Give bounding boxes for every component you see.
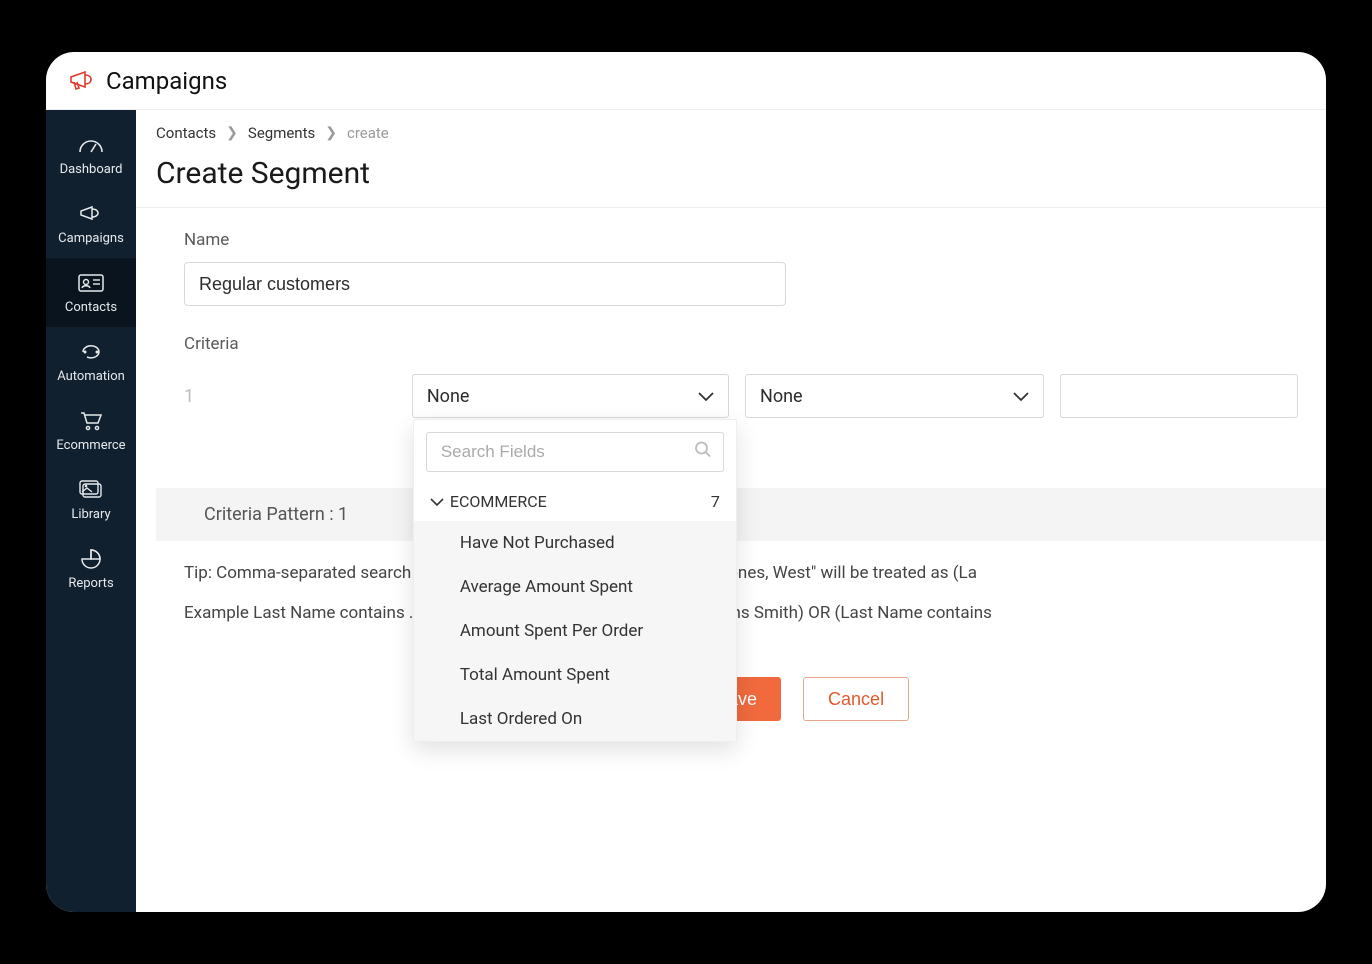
dropdown-item[interactable]: Average Amount Spent xyxy=(414,565,736,609)
search-icon xyxy=(694,441,712,464)
app-window: Campaigns Dashboard Campaigns Contacts xyxy=(46,52,1326,912)
megaphone-icon xyxy=(68,69,96,93)
pie-chart-icon xyxy=(77,548,105,570)
sidebar-item-campaigns[interactable]: Campaigns xyxy=(46,189,136,258)
cycle-icon xyxy=(77,341,105,363)
dropdown-group-count: 7 xyxy=(711,492,720,511)
page-title: Create Segment xyxy=(136,150,1326,208)
criteria-value-input[interactable] xyxy=(1060,374,1298,418)
breadcrumb: Contacts ❯ Segments ❯ create xyxy=(136,110,1326,150)
sidebar-item-automation[interactable]: Automation xyxy=(46,327,136,396)
sidebar-item-label: Campaigns xyxy=(58,231,124,246)
sidebar-item-library[interactable]: Library xyxy=(46,465,136,534)
chevron-down-icon xyxy=(430,492,444,511)
sidebar-item-label: Contacts xyxy=(65,300,117,315)
megaphone-icon xyxy=(77,203,105,225)
brand-name: Campaigns xyxy=(106,67,227,95)
dropdown-item[interactable]: Last Ordered On xyxy=(414,697,736,741)
select-value: None xyxy=(760,386,803,407)
dropdown-group-header[interactable]: ECOMMERCE 7 xyxy=(414,482,736,521)
sidebar: Dashboard Campaigns Contacts Automation xyxy=(46,110,136,912)
sidebar-item-ecommerce[interactable]: Ecommerce xyxy=(46,396,136,465)
name-label: Name xyxy=(184,230,1298,250)
criteria-row-number: 1 xyxy=(184,386,200,407)
cart-icon xyxy=(77,410,105,432)
breadcrumb-contacts[interactable]: Contacts xyxy=(156,124,216,142)
dropdown-group-label: ECOMMERCE xyxy=(450,492,547,511)
form-area: Name Criteria 1 None xyxy=(136,208,1326,721)
cancel-button[interactable]: Cancel xyxy=(803,677,909,721)
main-content: Contacts ❯ Segments ❯ create Create Segm… xyxy=(136,110,1326,912)
criteria-pattern: Criteria Pattern : 1 xyxy=(156,488,1326,541)
button-row: ave Cancel xyxy=(704,677,1298,721)
sidebar-item-contacts[interactable]: Contacts xyxy=(46,258,136,327)
dropdown-item[interactable]: Have Not Purchased xyxy=(414,521,736,565)
criteria-operator-select[interactable]: None xyxy=(745,374,1044,418)
sidebar-item-label: Automation xyxy=(57,369,125,384)
tip-text: Tip: Comma-separated search as 'OR' crit… xyxy=(184,563,1298,583)
criteria-field-select[interactable]: None xyxy=(412,374,729,418)
dropdown-item[interactable]: Total Amount Spent xyxy=(414,653,736,697)
segment-name-input[interactable] xyxy=(184,262,786,306)
example-text: Example Last Name contains . ne contains… xyxy=(184,603,1298,623)
dropdown-item[interactable]: Amount Spent Per Order xyxy=(414,609,736,653)
sidebar-item-dashboard[interactable]: Dashboard xyxy=(46,120,136,189)
criteria-row: 1 None xyxy=(184,374,1298,418)
gauge-icon xyxy=(77,134,105,156)
field-dropdown: ECOMMERCE 7 Have Not Purchased Average A… xyxy=(413,419,737,742)
select-value: None xyxy=(427,386,470,407)
sidebar-item-reports[interactable]: Reports xyxy=(46,534,136,603)
top-bar: Campaigns xyxy=(46,52,1326,110)
sidebar-item-label: Dashboard xyxy=(60,162,123,177)
chevron-right-icon: ❯ xyxy=(226,125,238,141)
criteria-label: Criteria xyxy=(184,334,1298,354)
chevron-right-icon: ❯ xyxy=(325,125,337,141)
sidebar-item-label: Reports xyxy=(68,576,113,591)
dropdown-search-input[interactable] xyxy=(426,432,724,472)
breadcrumb-segments[interactable]: Segments xyxy=(248,124,315,142)
sidebar-item-label: Library xyxy=(71,507,110,522)
sidebar-item-label: Ecommerce xyxy=(56,438,125,453)
chevron-down-icon xyxy=(1013,386,1029,407)
breadcrumb-current: create xyxy=(347,124,389,142)
id-card-icon xyxy=(77,272,105,294)
chevron-down-icon xyxy=(698,386,714,407)
image-stack-icon xyxy=(77,479,105,501)
